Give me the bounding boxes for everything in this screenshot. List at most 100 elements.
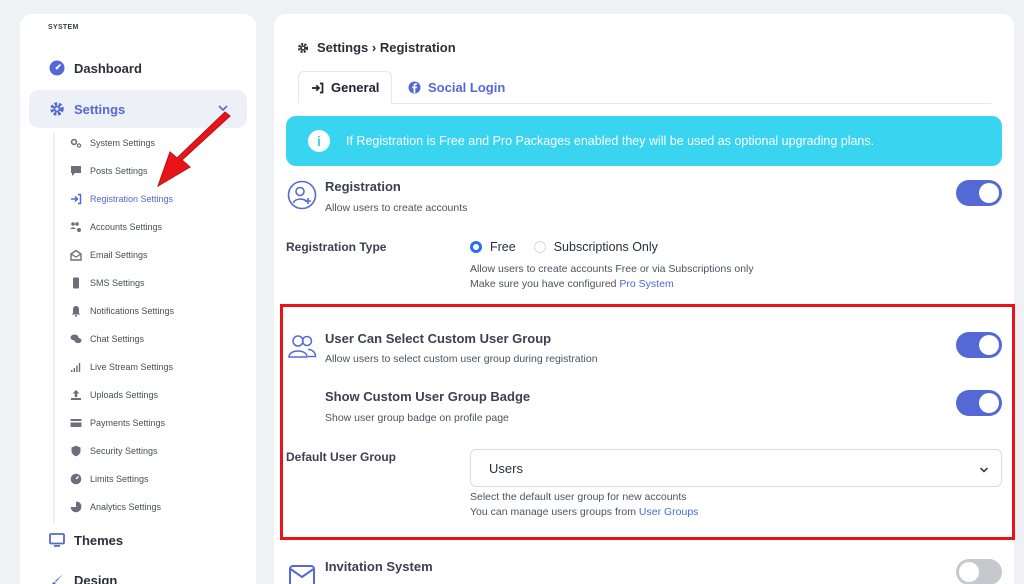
custom-group-toggle[interactable] [956, 332, 1002, 358]
sidebar-item-label: Uploads Settings [90, 390, 159, 400]
sidebar-item-label: Notifications Settings [90, 306, 175, 316]
dashboard-icon [48, 59, 66, 77]
hint-line: Make sure you have configured Pro System [470, 277, 754, 292]
tab-label: General [331, 80, 380, 95]
group-badge-desc: Show user group badge on profile page [325, 412, 509, 424]
invitation-toggle[interactable] [956, 559, 1002, 584]
sidebar-item-uploads-settings[interactable]: Uploads Settings [70, 388, 158, 402]
sidebar-item-accounts-settings[interactable]: Accounts Settings [70, 220, 162, 234]
radio-free-label: Free [490, 240, 516, 254]
sidebar-item-label: Posts Settings [90, 166, 148, 176]
sidebar-item-label: Dashboard [74, 60, 142, 76]
mobile-icon [70, 277, 82, 289]
sidebar-item-label: Settings [74, 101, 126, 117]
radio-free[interactable] [470, 241, 482, 253]
sidebar-item-system-settings[interactable]: System Settings [70, 136, 155, 150]
users-icon [286, 330, 318, 362]
sidebar-item-security-settings[interactable]: Security Settings [70, 444, 158, 458]
signal-icon [70, 361, 82, 373]
sidebar-item-live-stream-settings[interactable]: Live Stream Settings [70, 360, 173, 374]
gear-icon [297, 42, 309, 54]
tab-social-login[interactable]: Social Login [396, 71, 517, 104]
pie-chart-icon [70, 501, 82, 513]
sidebar-item-sms-settings[interactable]: SMS Settings [70, 276, 145, 290]
hint-text: Make sure you have configured [470, 278, 620, 290]
hint-text: You can manage users groups from [470, 506, 639, 518]
monitor-icon [48, 531, 66, 549]
sidebar-item-limits-settings[interactable]: Limits Settings [70, 472, 149, 486]
registration-title: Registration [325, 179, 401, 194]
registration-type-label: Registration Type [286, 240, 387, 254]
gauge-icon [70, 473, 82, 485]
sidebar-item-label: Registration Settings [90, 194, 174, 204]
hint-line: Allow users to create accounts Free or v… [470, 263, 754, 275]
hint-line: You can manage users groups from User Gr… [470, 505, 698, 520]
comments-icon [70, 333, 82, 345]
subnav-line [53, 133, 55, 523]
alert-text: If Registration is Free and Pro Packages… [346, 134, 875, 148]
custom-group-title: User Can Select Custom User Group [325, 331, 552, 346]
user-plus-icon [286, 179, 318, 211]
info-icon: i [308, 130, 330, 152]
upload-icon [70, 389, 82, 401]
default-group-label: Default User Group [286, 450, 397, 464]
tab-general[interactable]: General [298, 71, 392, 104]
invitation-title: Invitation System [325, 559, 433, 574]
toggle-knob [979, 393, 999, 413]
users-cog-icon [70, 221, 82, 233]
comment-icon [70, 165, 82, 177]
pro-system-link[interactable]: Pro System [619, 278, 673, 290]
sidebar-item-label: Limits Settings [90, 474, 149, 484]
sidebar-item-label: Chat Settings [90, 334, 145, 344]
toggle-knob [959, 562, 979, 582]
bell-icon [70, 305, 82, 317]
sidebar-item-themes[interactable]: Themes [48, 530, 123, 550]
breadcrumb: Settings › Registration [297, 40, 456, 55]
registration-type-radios: Free Subscriptions Only [470, 240, 658, 254]
sidebar-item-dashboard[interactable]: Dashboard [48, 58, 142, 78]
brush-icon [48, 571, 66, 584]
envelope-icon [286, 559, 318, 584]
group-badge-title: Show Custom User Group Badge [325, 389, 531, 404]
sidebar-item-chat-settings[interactable]: Chat Settings [70, 332, 144, 346]
toggle-knob [979, 183, 999, 203]
facebook-icon [408, 81, 421, 94]
sidebar-item-label: Payments Settings [90, 418, 166, 428]
shield-icon [70, 445, 82, 457]
hint-line: Select the default user group for new ac… [470, 491, 687, 503]
default-group-hint: Select the default user group for new ac… [470, 490, 698, 520]
annotation-arrow-icon [157, 111, 231, 188]
select-value: Users [489, 460, 523, 476]
group-badge-toggle[interactable] [956, 390, 1002, 416]
sidebar-item-label: Live Stream Settings [90, 362, 174, 372]
chevron-down-icon [979, 463, 989, 478]
tab-label: Social Login [428, 80, 506, 95]
default-group-select[interactable]: Users [470, 449, 1002, 487]
gears-icon [70, 137, 82, 149]
sidebar-item-label: Email Settings [90, 250, 148, 260]
registration-desc: Allow users to create accounts [325, 202, 468, 214]
sidebar-item-design[interactable]: Design [48, 570, 117, 584]
registration-type-hint: Allow users to create accounts Free or v… [470, 262, 754, 292]
radio-subscriptions-label: Subscriptions Only [553, 240, 658, 254]
sidebar-section-label: SYSTEM [48, 24, 79, 31]
sidebar-item-label: Themes [74, 532, 124, 548]
envelope-open-icon [70, 249, 82, 261]
radio-subscriptions-only[interactable] [533, 241, 546, 253]
user-groups-link[interactable]: User Groups [639, 506, 699, 518]
sidebar-item-notifications-settings[interactable]: Notifications Settings [70, 304, 174, 318]
custom-group-desc: Allow users to select custom user group … [325, 353, 598, 365]
sidebar-item-posts-settings[interactable]: Posts Settings [70, 164, 148, 178]
sidebar-item-analytics-settings[interactable]: Analytics Settings [70, 500, 161, 514]
main-panel: Settings › Registration General Social L… [274, 14, 1014, 584]
sign-in-icon [70, 193, 82, 205]
registration-toggle[interactable] [956, 180, 1002, 206]
sidebar-item-payments-settings[interactable]: Payments Settings [70, 416, 165, 430]
toggle-knob [979, 335, 999, 355]
sidebar-item-label: Analytics Settings [90, 502, 162, 512]
sidebar-item-email-settings[interactable]: Email Settings [70, 248, 148, 262]
sidebar-item-registration-settings[interactable]: Registration Settings [70, 192, 173, 206]
sidebar: SYSTEM Dashboard Settings System Setting… [20, 14, 256, 584]
sign-in-icon [311, 82, 324, 94]
sidebar-item-label: Accounts Settings [90, 222, 163, 232]
